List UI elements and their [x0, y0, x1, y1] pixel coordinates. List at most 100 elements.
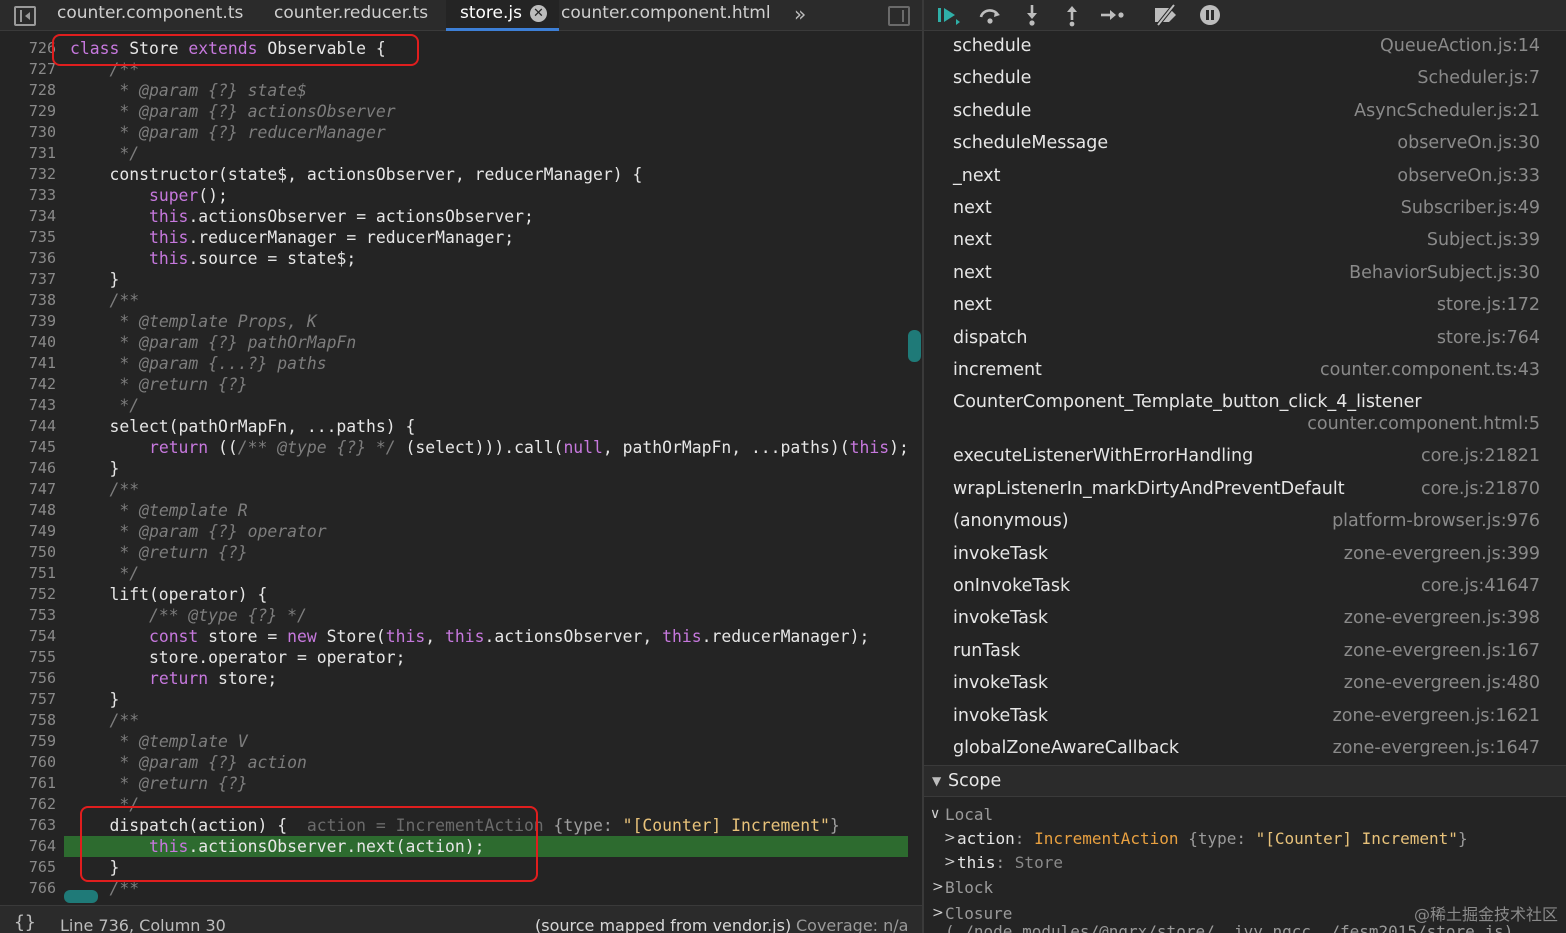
call-frame-location[interactable]: zone-evergreen.js:398: [1344, 608, 1540, 628]
line-number[interactable]: 729: [0, 101, 58, 122]
code-line[interactable]: 745 return ((/** @type {?} */ (select)))…: [0, 437, 910, 458]
code-line[interactable]: 749 * @param {?} operator: [0, 521, 910, 542]
code-line[interactable]: 759 * @template V: [0, 731, 910, 752]
code-line[interactable]: 761 * @return {?}: [0, 773, 910, 794]
line-number[interactable]: 748: [0, 500, 58, 521]
code-line[interactable]: 740 * @param {?} pathOrMapFn: [0, 332, 910, 353]
code-line[interactable]: 748 * @template R: [0, 500, 910, 521]
call-frame-location[interactable]: Subscriber.js:49: [1401, 198, 1540, 218]
line-number[interactable]: 762: [0, 794, 58, 815]
call-frame-location[interactable]: store.js:764: [1437, 328, 1540, 348]
line-number[interactable]: 750: [0, 542, 58, 563]
step-into-icon[interactable]: [1018, 3, 1046, 27]
line-number[interactable]: 733: [0, 185, 58, 206]
line-number[interactable]: 738: [0, 290, 58, 311]
line-number[interactable]: 752: [0, 584, 58, 605]
line-number[interactable]: 764: [0, 836, 58, 857]
line-number[interactable]: 743: [0, 395, 58, 416]
line-number[interactable]: 766: [0, 878, 58, 899]
code-line[interactable]: 741 * @param {...?} paths: [0, 353, 910, 374]
close-icon[interactable]: ✕: [529, 5, 547, 22]
code-line[interactable]: 763 dispatch(action) { action = Incremen…: [0, 815, 910, 836]
line-number[interactable]: 736: [0, 248, 58, 269]
line-number[interactable]: 760: [0, 752, 58, 773]
line-number[interactable]: 734: [0, 206, 58, 227]
call-frame-location[interactable]: BehaviorSubject.js:30: [1349, 263, 1540, 283]
code-line[interactable]: 727 /**: [0, 59, 910, 80]
call-frame[interactable]: executeListenerWithErrorHandling core.js:…: [924, 441, 1566, 473]
call-frame[interactable]: next store.js:172: [924, 290, 1566, 322]
call-frame-location[interactable]: counter.component.html:5: [1307, 414, 1540, 434]
call-frame-location[interactable]: store.js:172: [1437, 295, 1540, 315]
pause-on-exceptions-icon[interactable]: [1196, 3, 1224, 27]
code-line[interactable]: 744 select(pathOrMapFn, ...paths) {: [0, 416, 910, 437]
debugger-toggle-icon[interactable]: [888, 6, 910, 26]
call-frame[interactable]: wrapListenerIn_markDirtyAndPreventDefaul…: [924, 474, 1566, 506]
line-number[interactable]: 765: [0, 857, 58, 878]
code-line[interactable]: 760 * @param {?} action: [0, 752, 910, 773]
call-frame-location[interactable]: AsyncScheduler.js:21: [1354, 101, 1540, 121]
line-number[interactable]: 737: [0, 269, 58, 290]
step-over-icon[interactable]: [976, 3, 1004, 27]
line-number[interactable]: 757: [0, 689, 58, 710]
line-number[interactable]: 744: [0, 416, 58, 437]
call-frame-location[interactable]: zone-evergreen.js:399: [1344, 544, 1540, 564]
call-frame-location[interactable]: core.js:21821: [1421, 446, 1540, 466]
call-frame[interactable]: next Subject.js:39: [924, 225, 1566, 257]
line-number[interactable]: 735: [0, 227, 58, 248]
line-number[interactable]: 728: [0, 80, 58, 101]
line-number[interactable]: 745: [0, 437, 58, 458]
code-line[interactable]: 738 /**: [0, 290, 910, 311]
call-frame-location[interactable]: zone-evergreen.js:1621: [1333, 706, 1540, 726]
line-number[interactable]: 730: [0, 122, 58, 143]
vertical-scrollbar[interactable]: [908, 330, 921, 362]
call-frame-location[interactable]: platform-browser.js:976: [1332, 511, 1540, 531]
code-line[interactable]: 750 * @return {?}: [0, 542, 910, 563]
call-frame-location[interactable]: observeOn.js:33: [1397, 166, 1540, 186]
line-number[interactable]: 731: [0, 143, 58, 164]
more-tabs-icon[interactable]: »: [794, 2, 806, 26]
line-number[interactable]: 726: [0, 38, 58, 59]
code-line[interactable]: 737 }: [0, 269, 910, 290]
call-frame-location[interactable]: counter.component.ts:43: [1320, 360, 1540, 380]
line-number[interactable]: 761: [0, 773, 58, 794]
step-out-icon[interactable]: [1058, 3, 1086, 27]
line-number[interactable]: 747: [0, 479, 58, 500]
line-number[interactable]: 749: [0, 521, 58, 542]
code-line[interactable]: 732 constructor(state$, actionsObserver,…: [0, 164, 910, 185]
navigator-toggle-icon[interactable]: [14, 6, 36, 26]
code-line[interactable]: 731 */: [0, 143, 910, 164]
resume-icon[interactable]: [934, 3, 962, 27]
code-line[interactable]: 766 /**: [0, 878, 910, 899]
code-line[interactable]: 747 /**: [0, 479, 910, 500]
call-frame[interactable]: schedule AsyncScheduler.js:21: [924, 96, 1566, 128]
code-line[interactable]: 729 * @param {?} actionsObserver: [0, 101, 910, 122]
call-frame[interactable]: schedule QueueAction.js:14: [924, 31, 1566, 63]
call-frame[interactable]: dispatch store.js:764: [924, 323, 1566, 355]
line-number[interactable]: 751: [0, 563, 58, 584]
code-editor[interactable]: 726 class Store extends Observable {727 /…: [0, 38, 922, 898]
call-frame[interactable]: (anonymous) platform-browser.js:976: [924, 506, 1566, 538]
code-line[interactable]: 751 */: [0, 563, 910, 584]
call-frame[interactable]: _next observeOn.js:33: [924, 161, 1566, 193]
code-line[interactable]: 730 * @param {?} reducerManager: [0, 122, 910, 143]
call-frame[interactable]: schedule Scheduler.js:7: [924, 63, 1566, 95]
code-line[interactable]: 757 }: [0, 689, 910, 710]
code-line[interactable]: 743 */: [0, 395, 910, 416]
call-frame[interactable]: invokeTask zone-evergreen.js:399: [924, 539, 1566, 571]
code-line[interactable]: 733 super();: [0, 185, 910, 206]
call-frame[interactable]: invokeTask zone-evergreen.js:398: [924, 603, 1566, 635]
call-frame-location[interactable]: core.js:41647: [1421, 576, 1540, 596]
code-line[interactable]: 755 store.operator = operator;: [0, 647, 910, 668]
step-icon[interactable]: [1098, 3, 1126, 27]
call-frame-location[interactable]: zone-evergreen.js:1647: [1333, 738, 1540, 758]
horizontal-scrollbar[interactable]: [64, 890, 98, 903]
call-frame[interactable]: increment counter.component.ts:43: [924, 355, 1566, 387]
call-frame[interactable]: invokeTask zone-evergreen.js:480: [924, 668, 1566, 700]
line-number[interactable]: 746: [0, 458, 58, 479]
line-number[interactable]: 756: [0, 668, 58, 689]
code-line[interactable]: 726 class Store extends Observable {: [0, 38, 910, 59]
line-number[interactable]: 754: [0, 626, 58, 647]
scope-header[interactable]: ▼ Scope: [924, 765, 1566, 797]
code-line[interactable]: 765 }: [0, 857, 910, 878]
